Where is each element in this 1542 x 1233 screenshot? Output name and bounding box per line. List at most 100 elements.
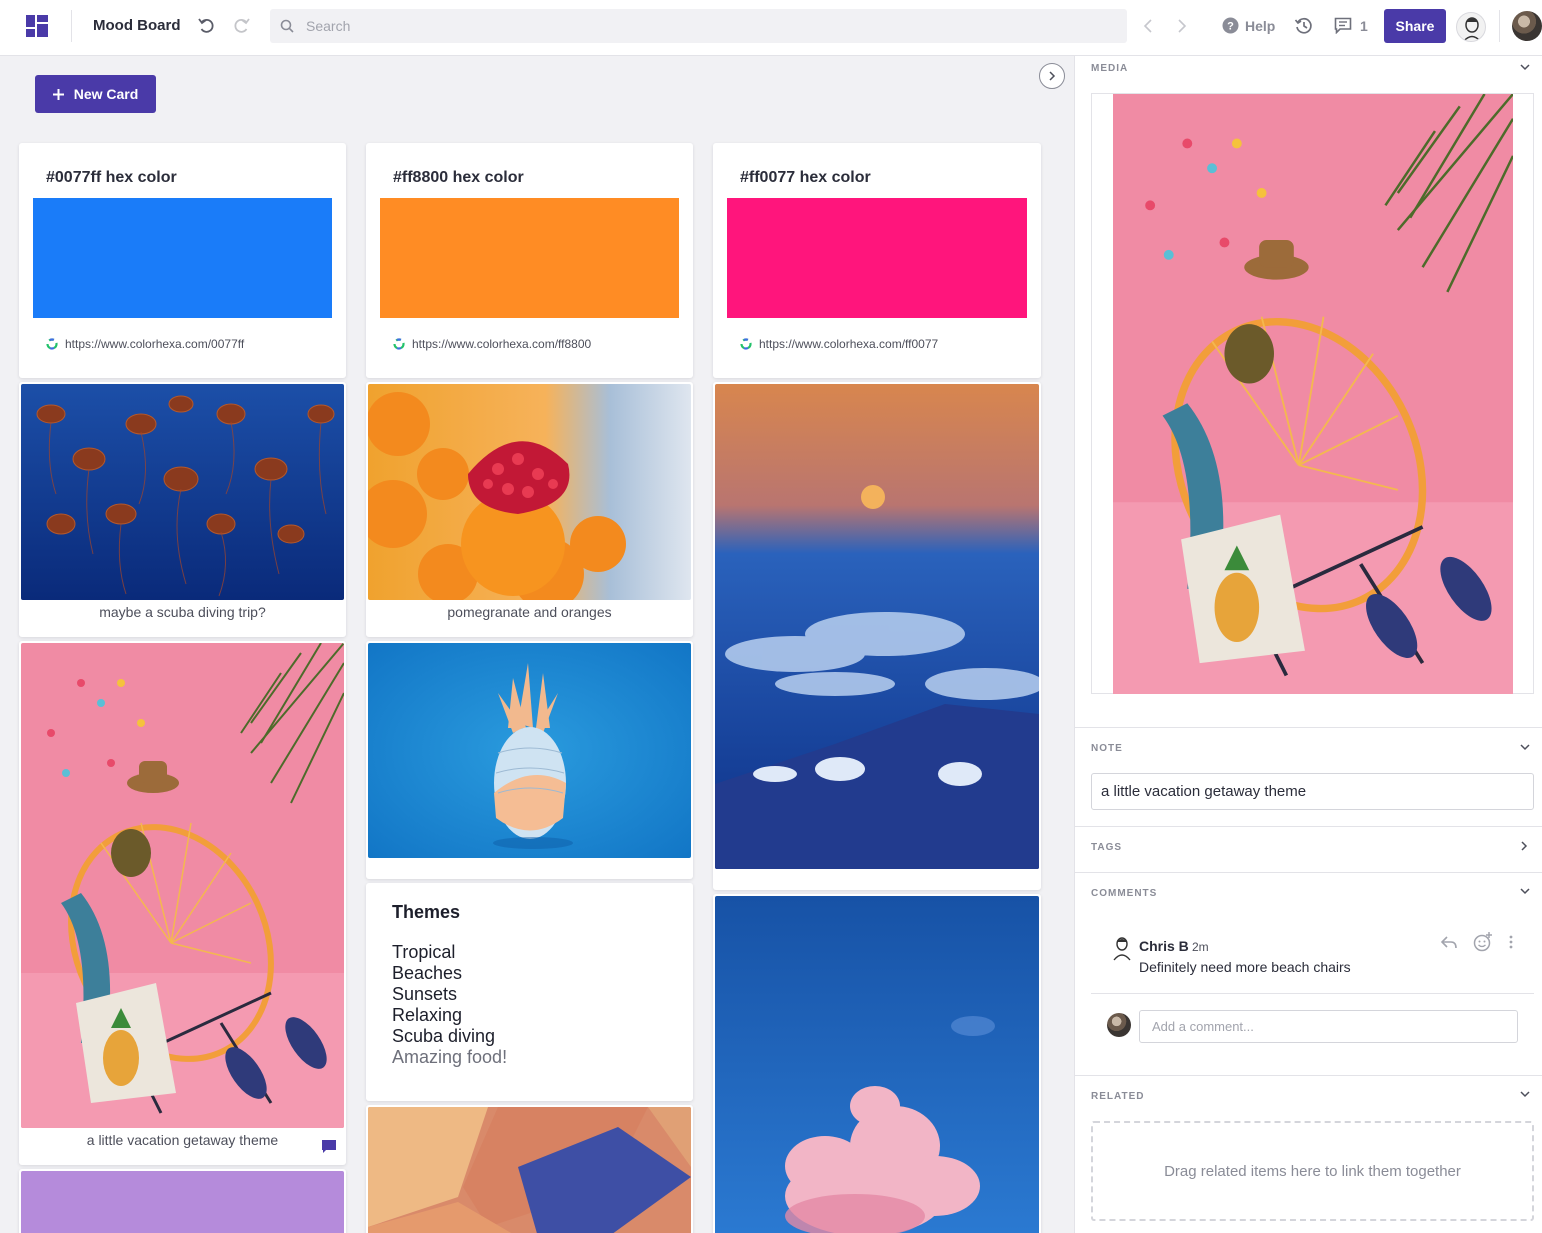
colorhexa-icon [740,338,752,350]
color-swatch [727,198,1027,318]
comments-section-label: COMMENTS [1091,888,1158,899]
new-card-button[interactable]: New Card [35,75,156,113]
section-divider [1075,826,1542,827]
section-divider [1075,1075,1542,1076]
hex-color-card[interactable]: #0077ff hex color https://www.colorhexa.… [19,143,346,378]
share-button[interactable]: Share [1384,9,1446,43]
search-input[interactable] [306,9,1106,43]
hex-color-card[interactable]: #ff8800 hex color https://www.colorhexa.… [366,143,693,378]
toolbar-divider [1499,10,1500,42]
board-title[interactable]: Mood Board [93,17,181,34]
note-section-label: NOTE [1091,743,1123,754]
hex-card-url: https://www.colorhexa.com/ff8800 [412,337,592,351]
image-card[interactable]: maybe a scuba diving trip? [19,382,346,637]
search-bar [270,9,1127,43]
image-card[interactable]: pomegranate and oranges [366,382,693,637]
add-reaction-icon[interactable] [1473,932,1493,952]
list-item: Amazing food! [392,1047,508,1067]
pink-cloud-image [715,896,1039,1233]
hex-card-url: https://www.colorhexa.com/ff0077 [759,337,939,351]
image-card[interactable] [366,1105,693,1233]
hex-card-title: #ff8800 hex color [393,169,524,186]
card-caption: pomegranate and oranges [447,604,612,620]
sunset-clouds-image [715,384,1039,869]
themes-list: Tropical Beaches Sunsets Relaxing Scuba … [392,942,507,1068]
comment-text: Definitely need more beach chairs [1139,959,1351,975]
more-options-icon[interactable] [1509,935,1513,949]
hex-card-title: #ff0077 hex color [740,169,871,186]
help-label: Help [1245,17,1276,34]
list-item: Tropical [392,942,456,962]
commenter-avatar [1113,937,1131,961]
section-divider [1075,872,1542,873]
comment-icon [1334,17,1352,34]
toolbar-divider [71,10,72,42]
chevron-right-icon[interactable] [1175,17,1189,35]
comment-count: 1 [1360,17,1368,34]
hex-color-card[interactable]: #ff0077 hex color https://www.colorhexa.… [713,143,1041,378]
themes-title: Themes [392,902,461,922]
color-swatch [380,198,679,318]
note-field[interactable]: a little vacation getaway theme [1091,773,1534,810]
comment-author: Chris B [1139,938,1189,954]
image-card[interactable] [713,894,1041,1233]
list-item: Beaches [392,963,463,983]
svg-text:?: ? [1227,21,1234,33]
chevron-down-icon[interactable] [1519,886,1531,896]
comment-time: 2m [1192,940,1209,954]
comment-divider [1091,993,1534,994]
colorhexa-icon [46,338,58,350]
comment-actions [1441,932,1513,952]
chevron-right-icon [1049,71,1056,81]
app-logo-icon[interactable] [26,15,48,37]
image-card[interactable] [19,1169,346,1233]
hex-card-link[interactable]: https://www.colorhexa.com/0077ff [46,337,244,351]
add-comment-input[interactable] [1139,1010,1518,1043]
hex-card-url: https://www.colorhexa.com/0077ff [65,337,245,351]
image-card[interactable]: a little vacation getaway theme [19,641,346,1165]
chevron-down-icon[interactable] [1519,62,1531,72]
top-bar: Mood Board ? Help 1 [0,0,1542,56]
tags-section-label: TAGS [1091,842,1123,853]
redo-icon[interactable] [231,16,251,36]
user-avatar [1107,1013,1131,1037]
history-icon[interactable] [1294,16,1314,36]
chevron-down-icon[interactable] [1519,742,1531,752]
pineapple-image [368,643,691,858]
details-panel: MEDIA NOTE a little vacation getaway the… [1074,56,1542,1233]
section-divider [1075,727,1542,728]
chevron-down-icon[interactable] [1519,1089,1531,1099]
tiles-image [368,1107,691,1233]
chevron-right-icon[interactable] [1519,840,1529,852]
reply-icon[interactable] [1441,935,1457,949]
search-icon [280,19,294,33]
card-caption: a little vacation getaway theme [86,1132,279,1148]
colorhexa-icon [393,338,405,350]
comment-marker-icon[interactable] [322,1140,336,1153]
list-item: Relaxing [392,1005,463,1025]
hex-card-title: #0077ff hex color [46,169,177,186]
hex-card-link[interactable]: https://www.colorhexa.com/ff0077 [740,337,938,351]
undo-icon[interactable] [197,16,217,36]
beach-chair-image [21,643,344,1128]
help-button[interactable]: ? Help [1222,17,1275,34]
list-item: Sunsets [392,984,458,1004]
purple-swatch-image [21,1171,344,1233]
image-card[interactable] [366,641,693,879]
help-icon: ? [1222,17,1239,34]
list-item: Scuba diving [392,1026,496,1046]
media-preview[interactable] [1091,93,1534,694]
pomegranate-image [368,384,691,600]
collaborator-avatar[interactable] [1456,12,1486,42]
media-section-label: MEDIA [1091,63,1129,74]
user-avatar[interactable] [1512,11,1542,41]
card-caption: maybe a scuba diving trip? [99,604,266,620]
related-drop-zone[interactable]: Drag related items here to link them tog… [1091,1121,1534,1221]
note-card[interactable]: Themes Tropical Beaches Sunsets Relaxing… [366,883,693,1101]
hex-card-link[interactable]: https://www.colorhexa.com/ff8800 [393,337,591,351]
plus-icon [52,88,64,100]
image-card[interactable] [713,382,1041,890]
collapse-panel-button[interactable] [1039,63,1065,89]
comments-button[interactable]: 1 [1334,17,1368,34]
chevron-left-icon[interactable] [1141,17,1155,35]
